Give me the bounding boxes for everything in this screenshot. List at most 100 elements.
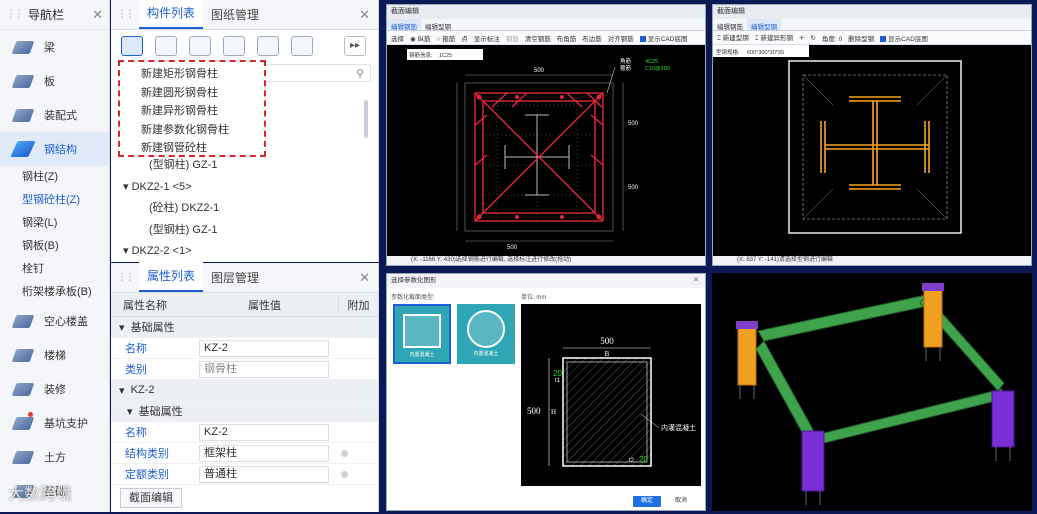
nav-item-stairs[interactable]: 楼梯 <box>0 338 109 372</box>
ok-button[interactable]: 确定 <box>633 496 661 507</box>
delete-icon[interactable] <box>189 36 211 56</box>
shape-option-rect[interactable]: 内置混凝土 <box>393 304 451 364</box>
nav-sub-truss-deck[interactable]: 桁架楼承板(B) <box>0 281 109 304</box>
concrete-note: 内灌混凝土 <box>661 423 696 432</box>
option-dot-icon[interactable] <box>341 470 348 478</box>
tab-edit-steel[interactable]: 编辑型钢 <box>421 19 455 31</box>
tree-group[interactable]: ▾ DKZ2-1 <5> <box>119 177 369 199</box>
tool-clear-rebar[interactable]: 清空钢筋 <box>525 33 551 43</box>
property-group[interactable]: ▾ 基础属性 <box>111 317 378 338</box>
rotate-icon[interactable]: ↻ <box>810 34 815 42</box>
new-component-icon[interactable] <box>121 36 143 56</box>
section-edit-tab[interactable]: 截面编辑 <box>120 488 182 508</box>
rebar-canvas[interactable]: 500 500 500 500 角筋 箍筋 4C25 C10@200 钢筋信息:… <box>387 45 705 256</box>
nav-item-steel-structure[interactable]: 钢结构 <box>0 132 109 166</box>
steel-size-input[interactable]: 600*300*30*30 <box>747 50 784 56</box>
property-group[interactable]: ▾ 基础属性 <box>111 401 378 422</box>
nav-sub-steel-column[interactable]: 钢柱(Z) <box>0 166 109 189</box>
expand-toolbar-icon[interactable]: ▸▸ <box>344 36 366 56</box>
close-icon[interactable]: ✕ <box>359 7 370 23</box>
tree-group[interactable]: ▾ DKZ2-2 <1> <box>119 241 369 263</box>
tool-rebar[interactable]: 钢筋 <box>506 33 519 43</box>
nav-sub-steel-plate[interactable]: 钢板(B) <box>0 235 109 258</box>
tab-layer-management[interactable]: 图层管理 <box>203 263 267 292</box>
nav-item-prefab[interactable]: 装配式 <box>0 98 109 132</box>
tree-item[interactable]: (砼柱) DKZ2-1 <box>119 198 369 220</box>
component-toolbar: ▸▸ <box>111 30 378 62</box>
tool-corner-rebar[interactable]: 布角筋 <box>557 33 577 43</box>
menu-item-new-round-steel-column[interactable]: 新建圆形钢骨柱 <box>120 84 264 103</box>
tool-select[interactable]: 选择 <box>391 33 404 43</box>
show-cad-toggle[interactable]: 显示CAD底图 <box>639 33 687 43</box>
property-value-input[interactable]: 普通柱 <box>199 465 329 483</box>
move-icon[interactable]: ✛ <box>799 34 804 42</box>
tool-new-irregular-steel[interactable]: ⌶ 新建异形钢 <box>755 32 793 43</box>
option-dot-icon[interactable] <box>341 449 348 457</box>
dim-side-2[interactable]: 500 <box>628 185 639 191</box>
property-value-input[interactable]: 框架柱 <box>199 444 329 462</box>
close-icon[interactable]: ✕ <box>92 7 103 23</box>
nav-item-earthwork[interactable]: 土方 <box>0 440 109 474</box>
dim-bottom[interactable]: 500 <box>507 245 518 251</box>
nav-item-hollow-floor[interactable]: 空心楼盖 <box>0 304 109 338</box>
property-row: 类别 钢骨柱 <box>111 359 378 380</box>
nav-header: ⋮⋮ 导航栏 ✕ <box>0 0 109 30</box>
layer-copy-icon[interactable] <box>257 36 279 56</box>
property-value-input[interactable]: 钢骨柱 <box>199 360 329 378</box>
duplicate-icon[interactable] <box>223 36 245 56</box>
dim-side-1[interactable]: 500 <box>628 121 639 127</box>
menu-item-new-irregular-steel-column[interactable]: 新建异形钢骨柱 <box>120 102 264 121</box>
steel-section-editor: 截面编辑 编辑钢筋 编辑型钢 ⌶ 新建型钢 ⌶ 新建异形钢 ✛ ↻ 角度: 0 … <box>712 4 1032 266</box>
dim-top[interactable]: 500 <box>534 68 545 74</box>
drag-handle-icon[interactable]: ⋮⋮ <box>117 272 135 283</box>
tab-component-list[interactable]: 构件列表 <box>139 0 204 29</box>
nav-item-beam[interactable]: 梁 <box>0 30 109 64</box>
menu-item-new-rect-steel-column[interactable]: 新建矩形钢骨柱 <box>120 65 264 84</box>
tool-point[interactable]: 点 <box>461 33 468 43</box>
close-icon[interactable]: ✕ <box>359 270 370 286</box>
tool-edge-rebar[interactable]: 布边筋 <box>582 33 602 43</box>
copy-component-icon[interactable] <box>155 36 177 56</box>
tool-show-dims[interactable]: 显示标注 <box>474 33 500 43</box>
nav-sub-steel-concrete-column[interactable]: 型钢砼柱(Z) <box>0 189 109 212</box>
dim-height: 500 <box>527 406 541 416</box>
tree-item[interactable]: (型钢柱) GZ-1 <box>119 155 369 177</box>
property-value-input[interactable]: KZ-2 <box>199 339 329 357</box>
tab-edit-rebar[interactable]: 编辑钢筋 <box>387 19 421 31</box>
close-icon[interactable]: ✕ <box>693 276 699 284</box>
tab-property-list[interactable]: 属性列表 <box>139 261 204 292</box>
property-value-input[interactable]: KZ-2 <box>199 423 329 441</box>
shape-option-round[interactable]: 内置混凝土 <box>457 304 515 364</box>
filter-icon[interactable] <box>291 36 313 56</box>
property-group[interactable]: ▾ KZ-2 <box>111 380 378 401</box>
tool-stirrup[interactable]: ○ 箍筋 <box>436 33 455 43</box>
angle-field[interactable]: 角度: 0 <box>822 33 842 43</box>
nav-item-decoration[interactable]: 装修 <box>0 372 109 406</box>
rebar-info-input[interactable]: 1C25 <box>439 53 452 59</box>
slab-icon <box>11 72 35 90</box>
drag-handle-icon[interactable]: ⋮⋮ <box>117 9 135 20</box>
tool-delete-steel[interactable]: 删除型钢 <box>848 33 874 43</box>
tab-edit-steel[interactable]: 编辑型钢 <box>747 19 781 31</box>
show-cad-toggle[interactable]: 显示CAD底图 <box>880 33 928 43</box>
nav-sub-steel-beam[interactable]: 钢梁(L) <box>0 212 109 235</box>
cancel-button[interactable]: 取消 <box>667 496 695 507</box>
hollow-floor-icon <box>11 312 35 330</box>
nav-item-slab[interactable]: 板 <box>0 64 109 98</box>
tool-align-rebar[interactable]: 对齐钢筋 <box>608 33 634 43</box>
nav-sub-stud[interactable]: 栓钉 <box>0 258 109 281</box>
menu-item-new-parametric-steel-column[interactable]: 新建参数化钢骨柱 <box>120 121 264 140</box>
tree-item[interactable]: (型钢柱) GZ-1 <box>119 220 369 242</box>
tool-new-steel[interactable]: ⌶ 新建型钢 <box>717 32 749 43</box>
search-icon: ⚲ <box>355 68 364 80</box>
tab-edit-rebar[interactable]: 编辑钢筋 <box>713 19 747 31</box>
tab-drawing-management[interactable]: 图纸管理 <box>203 0 267 29</box>
3d-model-view[interactable] <box>712 273 1032 511</box>
tool-longitudinal[interactable]: ◉ 纵筋 <box>410 33 430 43</box>
nav-title: 导航栏 <box>28 8 65 22</box>
nav-item-pit-support[interactable]: 基坑支护 <box>0 406 109 440</box>
scrollbar[interactable] <box>364 100 368 138</box>
steel-canvas[interactable]: 型钢规格: 600*300*30*30 <box>713 45 1031 256</box>
drag-handle-icon[interactable]: ⋮⋮ <box>6 9 24 20</box>
component-list-panel: ⋮⋮ 构件列表 图纸管理 ✕ ▸▸ ⚲ 新建矩形钢骨柱 新建圆形钢骨柱 新建异形… <box>111 0 379 262</box>
